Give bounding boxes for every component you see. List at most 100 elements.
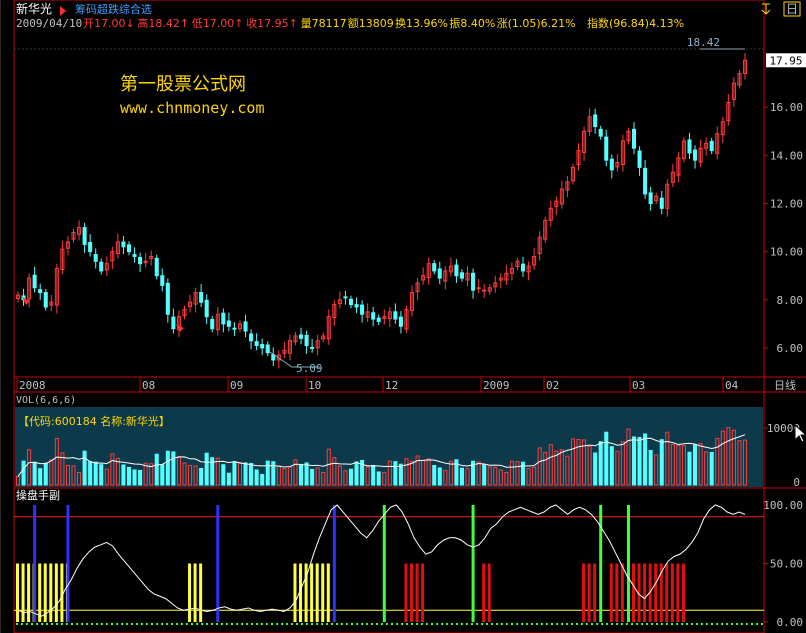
price-tick-label: 14.00	[770, 149, 803, 162]
baseline-dot	[551, 623, 553, 625]
baseline-dot	[236, 623, 238, 625]
date-label: 2009	[483, 379, 510, 392]
signal-bar-red	[415, 563, 419, 622]
signal-bar-red	[404, 563, 408, 622]
baseline-dot	[61, 623, 63, 625]
volume-bar	[631, 436, 637, 486]
candle-body	[88, 241, 93, 253]
volume-bar	[138, 469, 143, 486]
baseline-dot	[496, 623, 498, 625]
baseline-dot	[131, 623, 133, 625]
candle-body	[254, 341, 259, 347]
baseline-dot	[366, 623, 368, 625]
date-label: 2008	[19, 379, 46, 392]
volume-bar	[88, 461, 93, 486]
date-label: 12	[385, 379, 398, 392]
baseline-dot	[596, 623, 598, 625]
indicator-title: 操盘手副	[16, 488, 60, 502]
baseline-dot	[116, 623, 118, 625]
baseline-dot	[651, 623, 653, 625]
baseline-dot	[751, 623, 753, 625]
baseline-dot	[126, 623, 128, 625]
baseline-dot	[686, 623, 688, 625]
volume-bar	[437, 467, 442, 486]
volume-bar	[226, 472, 231, 486]
baseline-dot	[101, 623, 103, 625]
ind-tick-label: 50.00	[770, 558, 803, 571]
watermark-url: www.chnmoney.com	[120, 99, 265, 117]
baseline-dot	[511, 623, 513, 625]
baseline-dot	[571, 623, 573, 625]
signal-bar-green	[471, 505, 475, 622]
candle-body	[631, 128, 637, 149]
volume-bar	[204, 452, 209, 486]
indicator-line	[17, 504, 746, 617]
candle-body	[454, 264, 459, 277]
baseline-dot	[536, 623, 538, 625]
baseline-dot	[141, 623, 143, 625]
baseline-dot	[706, 623, 708, 625]
signal-bar-red	[632, 563, 636, 622]
volume-bar	[232, 461, 237, 486]
signal-bar-red	[681, 563, 685, 622]
baseline-dot	[516, 623, 518, 625]
baseline-dot	[636, 623, 638, 625]
candle-body	[121, 241, 126, 248]
quote-3: 收17.95↑	[246, 16, 298, 30]
baseline-dot	[286, 623, 288, 625]
candle-body	[38, 289, 43, 294]
baseline-dot	[621, 623, 623, 625]
baseline-dot	[681, 623, 683, 625]
volume-bar	[132, 469, 137, 486]
baseline-dot	[691, 623, 693, 625]
baseline-dot	[26, 623, 28, 625]
baseline-dot	[601, 623, 603, 625]
baseline-dot	[371, 623, 373, 625]
candle-body	[659, 197, 664, 209]
baseline-dot	[606, 623, 608, 625]
baseline-dot	[211, 623, 213, 625]
signal-bar-red	[654, 563, 658, 622]
volume-bar	[598, 441, 603, 486]
volume-bar	[432, 464, 437, 486]
quote-8: 涨(1.05)6.21%	[497, 17, 576, 30]
baseline-dot	[226, 623, 228, 625]
candle-body	[243, 321, 248, 332]
baseline-dot	[541, 623, 543, 625]
baseline-dot	[406, 623, 408, 625]
high-label: 18.42	[687, 36, 720, 49]
baseline-dot	[191, 623, 193, 625]
volume-bar	[709, 451, 714, 486]
baseline-dot	[246, 623, 248, 625]
chart-window: 新华光 筹码超跌综合选 2009/04/10 开17.00↓ 高18.42↑ 低17.00…	[0, 0, 806, 633]
candle-body	[249, 333, 254, 342]
quote-9: 指数(96.84)4.13%	[587, 16, 684, 30]
ind-tick-label: 0.00	[777, 616, 804, 629]
formula-name: 筹码超跌综合选	[75, 2, 152, 16]
baseline-dot	[576, 623, 578, 625]
volume-bar	[165, 450, 170, 486]
candle-body	[232, 327, 237, 330]
baseline-dot	[376, 623, 378, 625]
candle-body	[643, 167, 648, 195]
baseline-dot	[526, 623, 528, 625]
quote-date: 2009/04/10	[16, 17, 82, 30]
chart-canvas: 新华光 筹码超跌综合选2009/04/10 开17.00↓ 高18.42↑ 低17.00…	[0, 0, 806, 633]
candle-body	[371, 312, 376, 320]
baseline-dot	[326, 623, 328, 625]
candle-body	[171, 316, 176, 330]
cursor-icon[interactable]	[794, 423, 806, 443]
volume-bar	[310, 468, 315, 486]
signal-bar-green	[599, 505, 603, 622]
volume-bar	[459, 467, 464, 486]
signal-bar-red	[643, 563, 647, 622]
volume-bar	[99, 464, 104, 486]
volume-bar	[376, 471, 381, 486]
volume-bar	[221, 464, 226, 486]
candle-body	[32, 274, 37, 289]
baseline-dot	[421, 623, 423, 625]
baseline-dot	[136, 623, 138, 625]
baseline-dot	[521, 623, 523, 625]
volume-bar	[398, 463, 403, 486]
signal-bar-yellow	[193, 563, 197, 622]
